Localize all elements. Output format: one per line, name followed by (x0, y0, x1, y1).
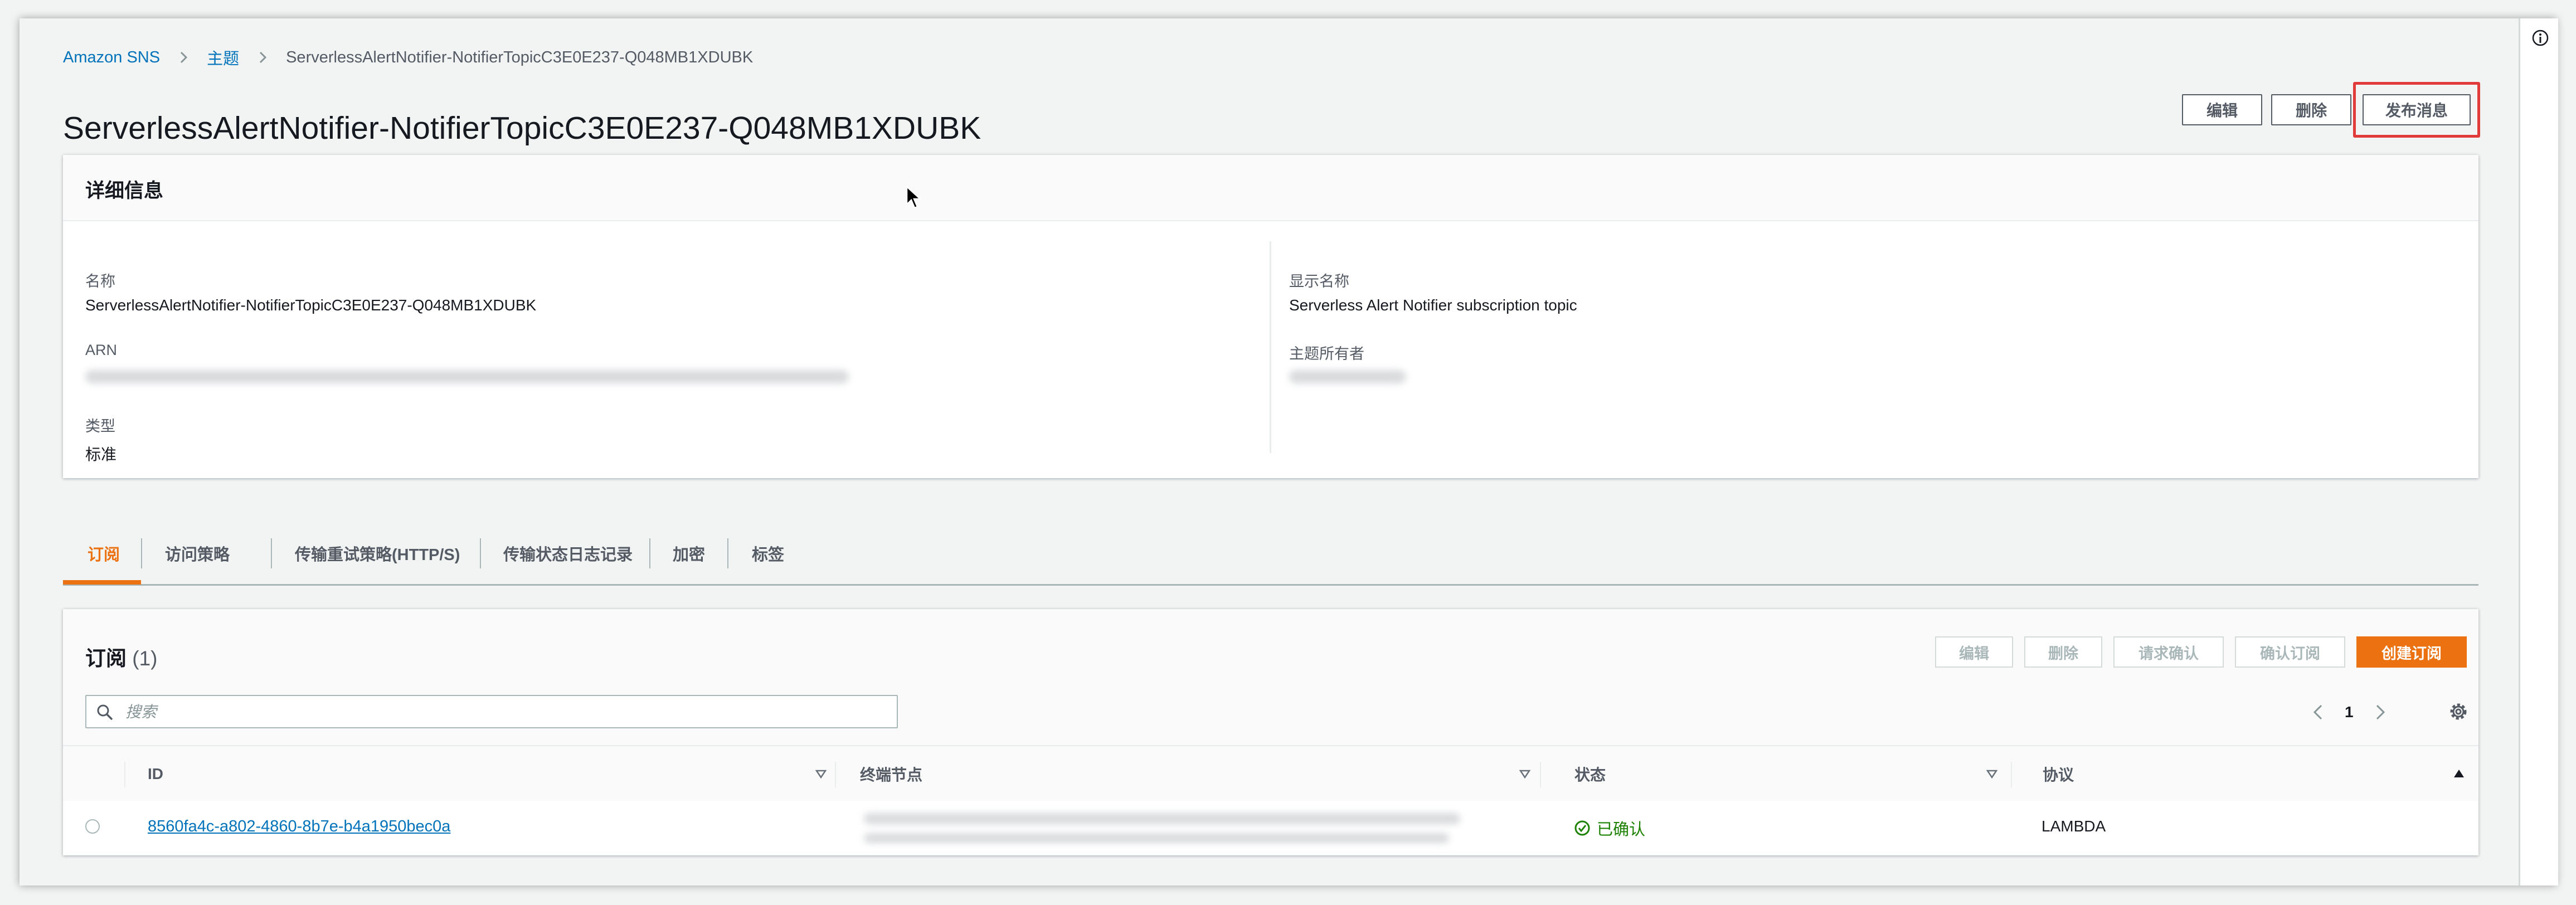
display-name-value: Serverless Alert Notifier subscription t… (1289, 296, 1577, 314)
subscriptions-count: (1) (132, 647, 158, 670)
details-divider (1270, 241, 1271, 453)
sort-icon[interactable] (814, 766, 828, 781)
chevron-right-icon[interactable] (2370, 703, 2389, 722)
display-name-label: 显示名称 (1289, 273, 1349, 290)
chevron-left-icon[interactable] (2309, 703, 2328, 722)
delete-topic-button[interactable]: 删除 (2271, 94, 2351, 125)
tab-separator (649, 538, 650, 568)
tab-separator (727, 538, 728, 568)
table-header: ID 终端节点 状态 协议 (63, 745, 2478, 803)
sort-icon[interactable] (1985, 766, 1999, 781)
subscriptions-title: 订阅 (1) (85, 641, 158, 672)
column-separator (1540, 762, 1541, 787)
info-icon[interactable] (2531, 29, 2549, 47)
active-tab-indicator (63, 580, 141, 585)
publish-button-highlight (2353, 82, 2480, 138)
details-title: 详细信息 (85, 180, 164, 202)
subscriptions-title-text: 订阅 (85, 647, 127, 670)
page-title: ServerlessAlertNotifier-NotifierTopicC3E… (63, 110, 981, 146)
row-select-radio[interactable] (85, 819, 100, 834)
column-separator (124, 762, 125, 787)
type-value: 标准 (85, 446, 117, 463)
subscription-id-link[interactable]: 8560fa4c-a802-4860-8b7e-b4a1950bec0a (148, 818, 450, 836)
sort-ascending-icon[interactable] (2452, 766, 2466, 781)
name-value: ServerlessAlertNotifier-NotifierTopicC3E… (85, 296, 537, 314)
tab-encryption[interactable]: 加密 (673, 523, 705, 584)
check-circle-icon (1574, 820, 1590, 836)
tab-delivery-status-logging[interactable]: 传输状态日志记录 (503, 523, 633, 584)
column-header-id[interactable]: ID (148, 746, 163, 802)
search-icon (97, 704, 113, 720)
create-subscription-button[interactable]: 创建订阅 (2356, 636, 2467, 668)
subscriptions-panel: 订阅 (1) 编辑 删除 请求确认 确认订阅 创建订阅 1 (63, 609, 2478, 855)
tab-access-policy[interactable]: 访问策略 (165, 523, 230, 584)
details-panel: 详细信息 名称 ServerlessAlertNotifier-Notifier… (63, 155, 2478, 478)
edit-subscription-button[interactable]: 编辑 (1935, 636, 2013, 668)
arn-value-redacted (85, 370, 849, 383)
topic-owner-label: 主题所有者 (1289, 346, 1364, 362)
subscription-status: 已确认 (1573, 816, 1645, 840)
breadcrumb-topics[interactable]: 主题 (207, 46, 239, 69)
page-number[interactable]: 1 (2345, 703, 2354, 721)
column-header-endpoint[interactable]: 终端节点 (860, 746, 922, 802)
request-confirmation-button[interactable]: 请求确认 (2113, 636, 2224, 668)
help-panel-rail (2519, 18, 2558, 885)
tab-separator (141, 538, 142, 568)
tab-subscriptions[interactable]: 订阅 (88, 523, 120, 584)
tab-delivery-retry-policy[interactable]: 传输重试策略(HTTP/S) (295, 523, 460, 584)
name-label: 名称 (85, 273, 115, 290)
browser-page: Amazon SNS 主题 ServerlessAlertNotifier-No… (20, 18, 2558, 885)
topic-tabs: 订阅 访问策略 传输重试策略(HTTP/S) 传输状态日志记录 加密 标签 (63, 523, 2478, 586)
breadcrumb: Amazon SNS 主题 ServerlessAlertNotifier-No… (63, 45, 753, 70)
tab-separator (480, 538, 481, 568)
search-input[interactable] (124, 700, 890, 724)
arn-label: ARN (85, 342, 118, 358)
delete-subscription-button[interactable]: 删除 (2024, 636, 2102, 668)
tab-tags[interactable]: 标签 (752, 523, 784, 584)
column-separator (835, 762, 836, 787)
pagination: 1 (2309, 698, 2389, 726)
endpoint-value-redacted (864, 813, 1460, 824)
edit-topic-button[interactable]: 编辑 (2182, 94, 2262, 125)
gear-icon[interactable] (2447, 700, 2470, 723)
column-header-protocol[interactable]: 协议 (2043, 746, 2074, 802)
chevron-right-icon (181, 51, 188, 64)
endpoint-value-redacted (864, 833, 1449, 843)
confirm-subscription-button[interactable]: 确认订阅 (2235, 636, 2345, 668)
breadcrumb-current: ServerlessAlertNotifier-NotifierTopicC3E… (286, 48, 754, 66)
status-text: 已确认 (1597, 821, 1646, 839)
breadcrumb-amazon-sns[interactable]: Amazon SNS (63, 48, 160, 67)
subscription-protocol: LAMBDA (2042, 818, 2106, 835)
search-box[interactable] (85, 695, 898, 728)
column-separator (2011, 762, 2012, 787)
topic-owner-value-redacted (1289, 370, 1406, 383)
sort-icon[interactable] (1518, 766, 1532, 781)
chevron-right-icon (260, 51, 267, 64)
details-header: 详细信息 (63, 155, 2478, 221)
type-label: 类型 (85, 418, 115, 435)
main-content: Amazon SNS 主题 ServerlessAlertNotifier-No… (20, 18, 2519, 885)
tab-separator (271, 538, 272, 568)
mouse-cursor-icon (906, 186, 921, 209)
table-row[interactable]: 8560fa4c-a802-4860-8b7e-b4a1950bec0a 已确认… (63, 801, 2478, 854)
column-header-status[interactable]: 状态 (1574, 746, 1606, 802)
